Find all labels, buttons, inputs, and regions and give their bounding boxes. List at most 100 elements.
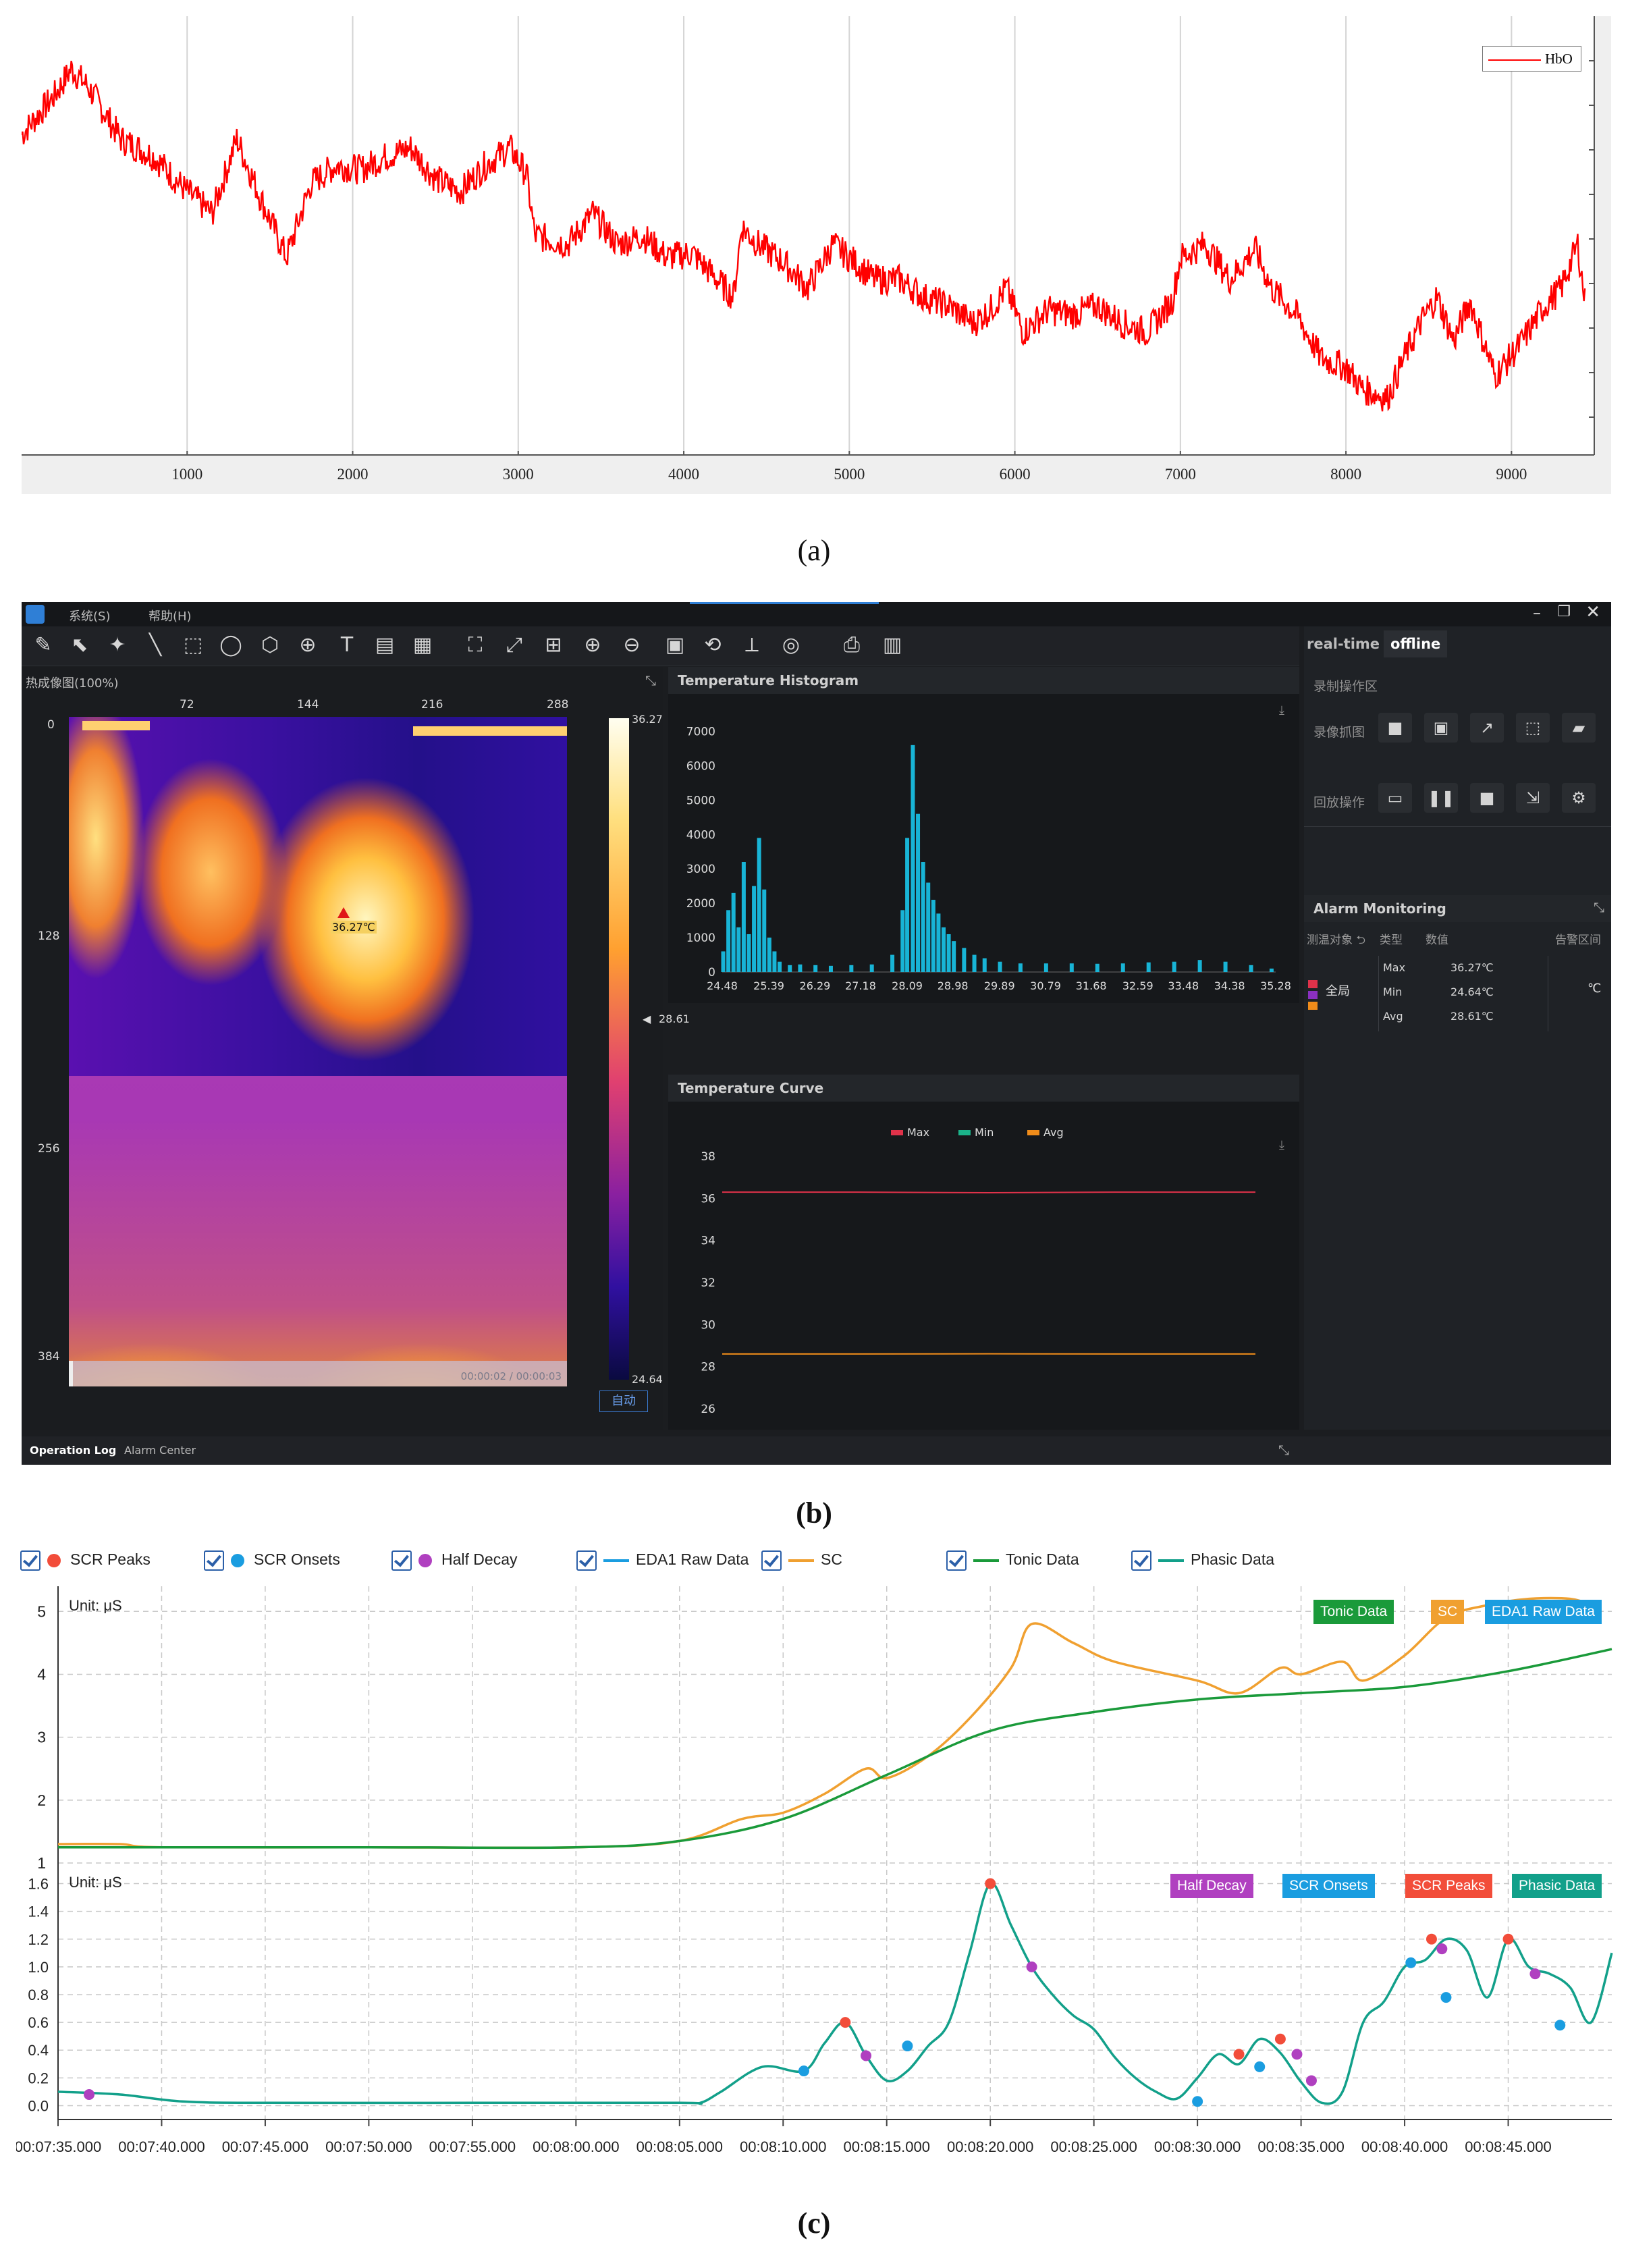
legend-eda-raw[interactable]: EDA1 Raw Data (576, 1546, 749, 1573)
alarm-expand-icon[interactable]: ⤡ (1594, 899, 1604, 915)
zoom-out-icon[interactable]: ⊖ (618, 632, 645, 659)
pause-icon[interactable]: ❚❚ (1424, 783, 1458, 813)
stop-icon[interactable]: ■ (1470, 783, 1504, 813)
line-icon (1158, 1559, 1184, 1562)
hist-bar (931, 900, 935, 972)
report-icon[interactable]: ▥ (879, 632, 906, 659)
line-icon[interactable]: ╲ (142, 632, 169, 659)
color-bar-icon[interactable]: ▦ (409, 632, 436, 659)
eda-x-tick-label: 00:08:25.000 (1050, 2138, 1137, 2155)
playback-bar[interactable]: 00:00:02 / 00:00:03 (69, 1361, 567, 1386)
record-video-icon[interactable]: ■ (1378, 713, 1412, 742)
original-size-icon[interactable]: ▣ (661, 632, 688, 659)
tab-offline[interactable]: offline (1384, 630, 1448, 657)
eda-x-tick-label: 00:08:15.000 (843, 2138, 929, 2155)
checkbox-icon[interactable] (1131, 1550, 1151, 1571)
expand-icon[interactable]: ⤡ (645, 672, 656, 688)
menu-help[interactable]: 帮助(H) (148, 607, 192, 624)
hist-bar (982, 958, 987, 972)
curve-y-tick-label: 32 (701, 1276, 715, 1290)
image-y-tick: 128 (38, 929, 60, 943)
hist-bar (721, 951, 726, 972)
eda-phasic-line (57, 1882, 1613, 2105)
legend-scr-peaks[interactable]: SCR Peaks (20, 1546, 151, 1573)
eraser-icon[interactable]: ✎ (30, 632, 57, 659)
legend-tonic[interactable]: Tonic Data (946, 1546, 1079, 1573)
zoom-in-icon[interactable]: ⊕ (579, 632, 606, 659)
legend-sc[interactable]: SC (761, 1546, 842, 1573)
playback-handle[interactable] (69, 1361, 73, 1386)
legend-phasic[interactable]: Phasic Data (1131, 1546, 1274, 1573)
hist-x-tick-label: 30.79 (1030, 979, 1061, 992)
hist-bar (1223, 961, 1228, 972)
rotate-icon[interactable]: ⟲ (699, 632, 726, 659)
hist-bar (849, 965, 854, 972)
legend-half-decay[interactable]: Half Decay (391, 1546, 517, 1573)
palette-icon[interactable]: ▤ (371, 632, 398, 659)
export-icon[interactable]: ⇲ (1516, 783, 1550, 813)
close-icon[interactable]: ✕ (1585, 602, 1600, 622)
eda-marker-point (985, 1878, 996, 1889)
text-icon[interactable]: T (333, 632, 360, 659)
temperature-curve-plot: 26 28 30 32 34 36 38 Max Min Avg ⤓ (701, 1126, 1284, 1439)
tripod-icon[interactable]: ⟂ (738, 632, 765, 659)
point-icon[interactable]: ✦ (104, 632, 131, 659)
eda-marker-point (1405, 1957, 1417, 1968)
tab-real-time[interactable]: real-time (1307, 630, 1380, 657)
unit-label-top: Unit: μS (69, 1597, 122, 1614)
checkbox-icon[interactable] (576, 1550, 597, 1571)
checkbox-icon[interactable] (20, 1550, 40, 1571)
checkbox-icon[interactable] (204, 1550, 224, 1571)
snapshot-icon[interactable]: ▣ (1424, 713, 1458, 742)
checkbox-icon[interactable] (761, 1550, 782, 1571)
curve-y-tick-label: 30 (701, 1318, 715, 1332)
hist-bar (726, 910, 731, 972)
eda-marker-point (1554, 2020, 1566, 2031)
settings-icon[interactable]: ⚙ (1562, 783, 1596, 813)
download-icon: ⤓ (1279, 1138, 1284, 1152)
checkbox-icon[interactable] (391, 1550, 412, 1571)
checkbox-icon[interactable] (946, 1550, 967, 1571)
polygon-icon[interactable]: ⬡ (256, 632, 283, 659)
max-marker-icon[interactable] (337, 907, 350, 918)
crop-icon[interactable]: ⬚ (1516, 713, 1550, 742)
log-expand-icon[interactable]: ⤡ (1278, 1442, 1289, 1458)
image-y-tick: 256 (38, 1142, 60, 1156)
eda-top-series-line (57, 1596, 1592, 1850)
rect-icon[interactable]: ⬚ (180, 632, 207, 659)
minimize-icon[interactable]: – (1533, 603, 1541, 622)
hist-bar (952, 941, 956, 972)
print-icon[interactable]: ⎙ (838, 632, 865, 659)
open-folder-icon[interactable]: ▰ (1562, 713, 1596, 742)
tag-sc: SC (1431, 1600, 1465, 1624)
auto-scale-button[interactable]: 自动 (599, 1390, 648, 1412)
tab-alarm-center[interactable]: Alarm Center (124, 1444, 196, 1457)
fullscreen-icon[interactable]: ⛶ (462, 632, 489, 659)
ellipse-icon[interactable]: ◯ (217, 632, 244, 659)
legend-scr-onsets[interactable]: SCR Onsets (204, 1546, 340, 1573)
playback-mode-icon[interactable]: ▭ (1378, 783, 1412, 813)
menu-system[interactable]: 系统(S) (69, 607, 110, 624)
curve-y-tick-label: 34 (701, 1235, 715, 1248)
eda-top-y-tick-label: 3 (37, 1729, 46, 1746)
tab-operation-log[interactable]: Operation Log (30, 1444, 116, 1457)
eda-marker-point (1233, 2049, 1245, 2060)
hist-bar (828, 965, 833, 972)
legend-label: Phasic Data (1191, 1550, 1275, 1568)
restore-icon[interactable]: ❐ (1557, 603, 1571, 620)
focus-icon[interactable]: ◎ (778, 632, 805, 659)
hist-bar (911, 745, 915, 972)
eda-marker-point (1305, 2075, 1317, 2086)
eda-marker-point (861, 2050, 872, 2061)
crosshair-icon[interactable]: ⊕ (294, 632, 321, 659)
zoom-region-icon[interactable]: ⊞ (540, 632, 567, 659)
fit-icon[interactable]: ⤢ (501, 632, 528, 659)
curve-legend-swatch (958, 1130, 971, 1135)
eda-marker-point (1254, 2061, 1266, 2072)
hist-x-tick-label: 33.48 (1168, 979, 1199, 992)
image-y-tick: 384 (38, 1350, 60, 1364)
trend-icon[interactable]: ↗ (1470, 713, 1504, 742)
thermal-image[interactable]: 36.27℃ (69, 717, 567, 1386)
pointer-icon[interactable]: ⬉ (66, 632, 93, 659)
divider (1304, 826, 1611, 827)
